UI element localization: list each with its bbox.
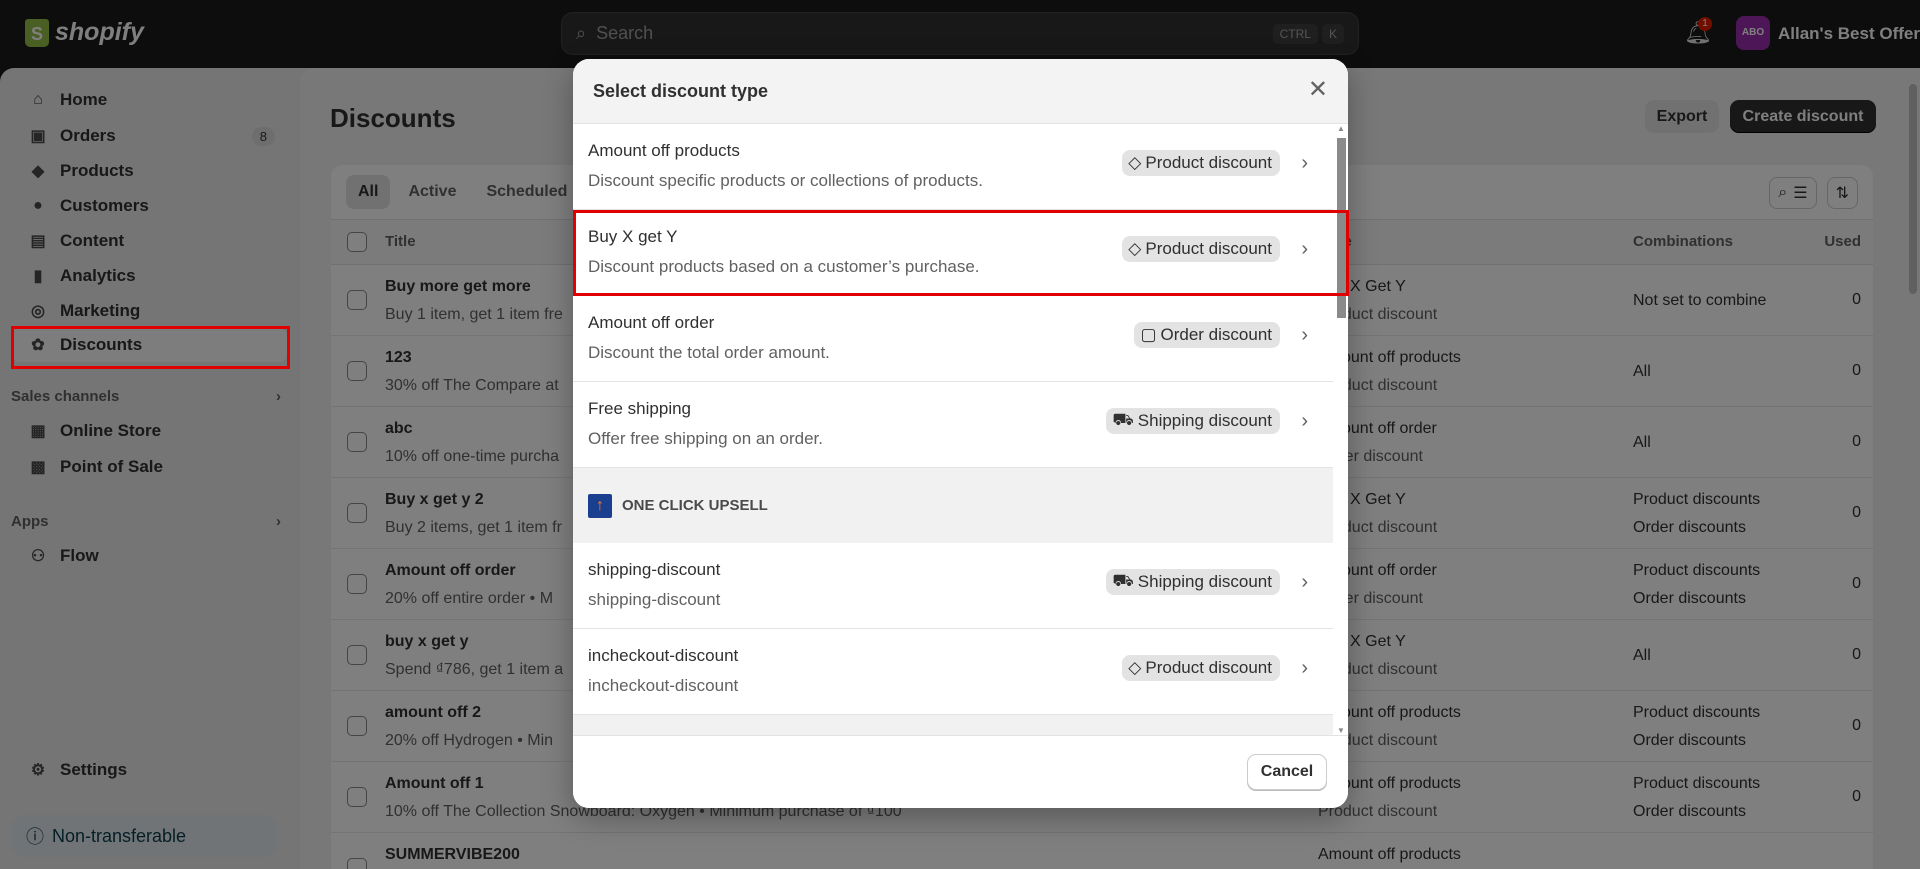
app-section-header: ↑ ONE CLICK UPSELL <box>573 468 1333 543</box>
discount-class-badge: ◇ Product discount <box>1122 655 1280 681</box>
modal-header: Select discount type ✕ <box>573 59 1348 124</box>
chevron-right-icon: › <box>1301 324 1308 346</box>
discount-class-badge: ▢ Order discount <box>1134 322 1280 348</box>
badge-label: Shipping discount <box>1137 411 1272 430</box>
chevron-right-icon: › <box>1301 152 1308 174</box>
badge-label: Product discount <box>1145 153 1272 172</box>
app-section-label: ONE CLICK UPSELL <box>622 497 768 514</box>
select-discount-type-modal: Select discount type ✕ Amount off produc… <box>573 59 1348 808</box>
tag-icon: ◇ <box>1128 658 1142 677</box>
discount-class-badge: ◇ Product discount <box>1122 150 1280 176</box>
chevron-right-icon: › <box>1301 657 1308 679</box>
app-discount-option-shipping-discount[interactable]: shipping-discount shipping-discount ⛟ Shi… <box>573 543 1333 629</box>
truck-icon: ⛟ <box>1112 410 1134 429</box>
option-description: Offer free shipping on an order. <box>588 429 824 448</box>
scroll-down-icon[interactable]: ▼ <box>1337 726 1345 735</box>
truck-icon: ⛟ <box>1112 571 1134 590</box>
discount-class-badge: ⛟ Shipping discount <box>1106 408 1280 434</box>
one-click-upsell-logo-icon: ↑ <box>588 493 612 518</box>
modal-footer: Cancel <box>573 735 1348 808</box>
discount-option-amount-off-order[interactable]: Amount off order Discount the total orde… <box>573 296 1333 382</box>
modal-title: Select discount type <box>593 81 769 101</box>
option-title: Amount off products <box>588 141 740 160</box>
close-icon[interactable]: ✕ <box>1308 75 1328 104</box>
option-description: shipping-discount <box>588 590 721 609</box>
scroll-up-icon[interactable]: ▲ <box>1337 124 1345 133</box>
badge-label: Shipping discount <box>1137 572 1272 591</box>
chevron-right-icon: › <box>1301 571 1308 593</box>
tag-icon: ◇ <box>1128 153 1142 172</box>
cancel-button[interactable]: Cancel <box>1247 754 1327 790</box>
discount-class-badge: ⛟ Shipping discount <box>1106 569 1280 595</box>
badge-label: Product discount <box>1145 658 1272 677</box>
app-section-divider <box>573 715 1333 735</box>
option-description: incheckout-discount <box>588 676 739 695</box>
option-title: shipping-discount <box>588 560 721 579</box>
highlight-box-buy-x-get-y <box>573 210 1349 296</box>
option-title: incheckout-discount <box>588 646 739 665</box>
discount-option-amount-off-products[interactable]: Amount off products Discount specific pr… <box>573 124 1333 210</box>
chevron-right-icon: › <box>1301 410 1308 432</box>
option-description: Discount specific products or collection… <box>588 171 983 190</box>
cart-icon: ▢ <box>1140 325 1157 344</box>
option-title: Free shipping <box>588 399 692 418</box>
option-title: Amount off order <box>588 313 715 332</box>
app-discount-option-incheckout-discount[interactable]: incheckout-discount incheckout-discount … <box>573 629 1333 715</box>
badge-label: Order discount <box>1160 325 1273 344</box>
highlight-box-discounts <box>11 326 290 369</box>
option-description: Discount the total order amount. <box>588 343 830 362</box>
discount-option-free-shipping[interactable]: Free shipping Offer free shipping on an … <box>573 382 1333 468</box>
